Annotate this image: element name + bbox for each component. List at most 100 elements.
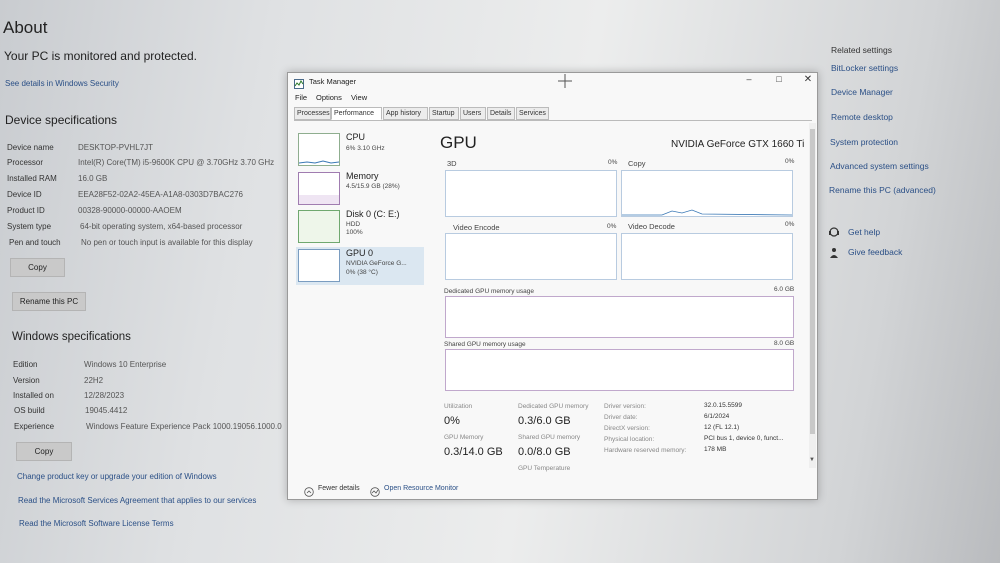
device-specs-heading: Device specifications xyxy=(5,113,118,127)
spec-label: Device ID xyxy=(7,190,42,199)
chevron-up-icon[interactable] xyxy=(304,484,314,497)
get-help-icon xyxy=(828,225,842,239)
sidebar-item-memory[interactable]: Memory 4.5/15.9 GB (28%) xyxy=(296,170,424,208)
menu-view[interactable]: View xyxy=(351,93,367,102)
gpu-heading: GPU xyxy=(440,133,477,152)
sidebar-item-sub: NVIDIA GeForce G... xyxy=(346,260,407,267)
sidebar-item-cpu[interactable]: CPU 6% 3.10 GHz xyxy=(296,131,424,169)
info-label: DirectX version: xyxy=(604,425,650,432)
memory-mini-graph xyxy=(298,172,340,205)
cursor-crosshair-icon xyxy=(558,74,572,88)
graph-copy xyxy=(621,170,793,217)
spec-value: No pen or touch input is available for t… xyxy=(81,238,253,247)
advanced-system-settings-link[interactable]: Advanced system settings xyxy=(830,161,929,171)
sidebar-item-sub: 100% xyxy=(346,229,363,236)
rename-pc-button[interactable]: Rename this PC xyxy=(12,292,86,311)
open-resource-monitor-link[interactable]: Open Resource Monitor xyxy=(384,485,458,492)
scroll-down-arrow-icon[interactable]: ▼ xyxy=(809,457,815,463)
tab-processes[interactable]: Processes xyxy=(294,107,331,120)
give-feedback-link[interactable]: Give feedback xyxy=(848,247,902,257)
spec-value: Intel(R) Core(TM) i5-9600K CPU @ 3.70GHz… xyxy=(78,158,275,167)
info-label: Driver date: xyxy=(604,414,638,421)
feedback-icon xyxy=(828,246,842,260)
spec-value: 19045.4412 xyxy=(85,406,128,415)
spec-label: Installed RAM xyxy=(7,174,57,183)
info-value: 178 MB xyxy=(704,446,727,453)
graph-dedicated-memory xyxy=(445,296,794,338)
shared-memory-label: Shared GPU memory usage xyxy=(444,341,526,348)
copy-device-specs-button[interactable]: Copy xyxy=(10,258,65,277)
see-details-link[interactable]: See details in Windows Security xyxy=(5,79,119,88)
spec-value: 22H2 xyxy=(84,376,104,385)
maximize-button[interactable]: □ xyxy=(772,74,786,86)
graph-video-encode xyxy=(445,233,617,280)
graph-pct-video-decode: 0% xyxy=(785,221,795,228)
services-agreement-link[interactable]: Read the Microsoft Services Agreement th… xyxy=(18,496,256,505)
page-title: About xyxy=(3,18,48,37)
sidebar-item-label: Memory xyxy=(346,171,379,181)
graph-label-copy: Copy xyxy=(628,159,646,168)
tab-performance[interactable]: Performance xyxy=(331,107,382,120)
dedicated-memory-max: 6.0 GB xyxy=(774,286,795,293)
sidebar-item-sub: 6% 3.10 GHz xyxy=(346,145,385,152)
minimize-button[interactable]: – xyxy=(742,74,756,86)
spec-label: Processor xyxy=(7,158,44,167)
tab-startup[interactable]: Startup xyxy=(429,107,459,120)
sidebar-item-sub: HDD xyxy=(346,221,361,228)
spec-value: 12/28/2023 xyxy=(84,391,125,400)
utilization-label: Utilization xyxy=(444,403,473,410)
spec-value: Windows 10 Enterprise xyxy=(84,360,167,369)
spec-label: Pen and touch xyxy=(9,238,61,247)
task-manager-window[interactable]: Task Manager – □ ✕ File Options View Pro… xyxy=(287,72,818,500)
menu-options[interactable]: Options xyxy=(316,93,342,102)
cpu-mini-graph xyxy=(298,133,340,166)
spec-label: Device name xyxy=(7,143,54,152)
gpu-mini-graph xyxy=(298,249,340,282)
spec-value: EEA28F52-02A2-45EA-A1A8-0303D7BAC276 xyxy=(78,190,243,199)
scrollbar-thumb[interactable] xyxy=(810,129,815,434)
remote-desktop-link[interactable]: Remote desktop xyxy=(831,112,893,122)
scrollbar[interactable]: ▼ xyxy=(809,123,816,468)
spec-value: DESKTOP-PVHL7JT xyxy=(78,143,153,152)
graph-pct-video-encode: 0% xyxy=(607,223,617,230)
rename-pc-advanced-link[interactable]: Rename this PC (advanced) xyxy=(829,185,936,195)
get-help-link[interactable]: Get help xyxy=(848,227,880,237)
fewer-details-button[interactable]: Fewer details xyxy=(318,485,360,492)
graph-pct-3d: 0% xyxy=(608,159,618,166)
sidebar-item-disk[interactable]: Disk 0 (C: E:) HDD 100% xyxy=(296,208,424,246)
shared-memory-max: 8.0 GB xyxy=(774,340,795,347)
info-label: Driver version: xyxy=(604,403,646,410)
device-manager-link[interactable]: Device Manager xyxy=(831,87,893,97)
tab-services[interactable]: Services xyxy=(516,107,549,120)
change-product-key-link[interactable]: Change product key or upgrade your editi… xyxy=(17,472,217,481)
spec-label: OS build xyxy=(14,406,45,415)
close-button[interactable]: ✕ xyxy=(801,74,815,86)
spec-label: Edition xyxy=(13,360,38,369)
graph-label-3d: 3D xyxy=(447,159,457,168)
tab-app-history[interactable]: App history xyxy=(383,107,428,120)
tab-users[interactable]: Users xyxy=(460,107,486,120)
dedicated-gpu-memory-label: Dedicated GPU memory xyxy=(518,403,589,410)
dedicated-gpu-memory-value: 0.3/6.0 GB xyxy=(518,415,571,427)
copy-windows-specs-button[interactable]: Copy xyxy=(16,442,72,461)
spec-value: 64-bit operating system, x64-based proce… xyxy=(80,222,243,231)
license-terms-link[interactable]: Read the Microsoft Software License Term… xyxy=(19,519,174,528)
dedicated-memory-label: Dedicated GPU memory usage xyxy=(444,288,534,295)
tab-divider xyxy=(294,120,812,121)
spec-label: Experience xyxy=(14,422,55,431)
info-value: PCI bus 1, device 0, funct... xyxy=(704,435,784,442)
menu-file[interactable]: File xyxy=(295,93,307,102)
info-value: 32.0.15.5599 xyxy=(704,402,742,409)
system-protection-link[interactable]: System protection xyxy=(830,137,898,147)
bitlocker-settings-link[interactable]: BitLocker settings xyxy=(831,63,898,73)
info-value: 12 (FL 12.1) xyxy=(704,424,740,431)
info-label: Physical location: xyxy=(604,436,655,443)
spec-value: 16.0 GB xyxy=(78,174,108,183)
sidebar-item-gpu[interactable]: GPU 0 NVIDIA GeForce G... 0% (38 °C) xyxy=(296,247,424,285)
shared-gpu-memory-label: Shared GPU memory xyxy=(518,434,581,441)
task-manager-icon xyxy=(294,76,304,89)
related-settings-heading: Related settings xyxy=(831,45,892,55)
tab-details[interactable]: Details xyxy=(487,107,515,120)
sidebar-item-sub: 4.5/15.9 GB (28%) xyxy=(346,183,400,190)
sidebar-item-label: GPU 0 xyxy=(346,248,374,258)
